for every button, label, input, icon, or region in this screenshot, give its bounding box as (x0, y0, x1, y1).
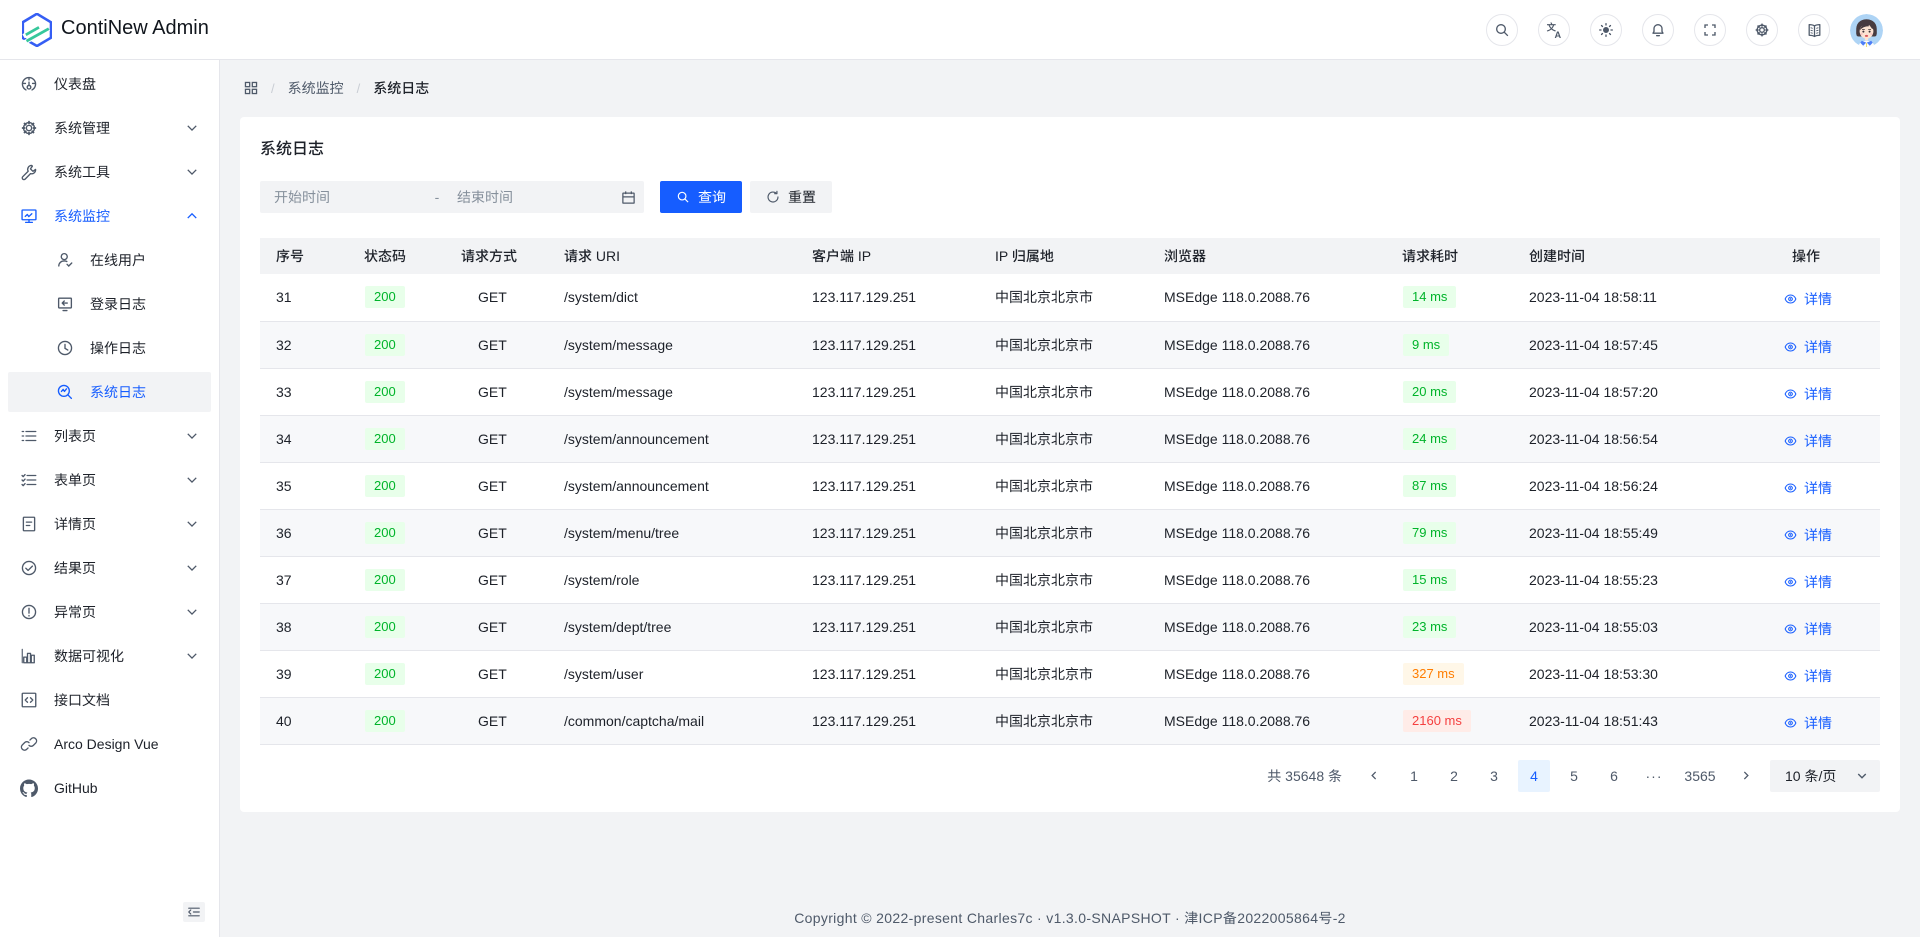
svg-text:A: A (1554, 29, 1561, 38)
